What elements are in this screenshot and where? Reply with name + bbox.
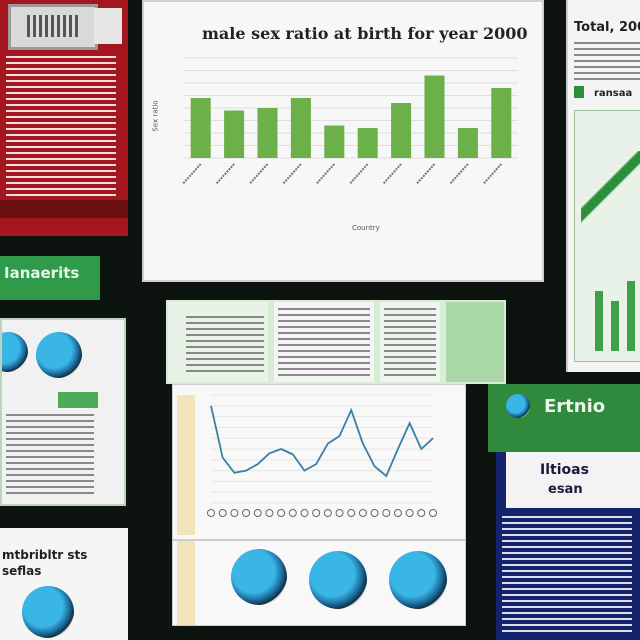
x-tick-label [277,509,286,517]
bar [290,98,311,158]
bar [491,88,512,158]
bar [357,128,378,158]
line-chart [207,394,437,517]
x-tick-label [382,163,402,185]
x-tick-label [230,509,239,517]
right-stats-panel: Total, 2000 ransaa [566,0,640,372]
globe-icon [389,551,447,609]
news-strip [166,300,506,384]
bottom-left-line1: mtbribltr sts [2,548,88,562]
right-panel-title: Total, 2000 [574,20,640,35]
bar [224,110,245,158]
blue-card-title: Iltioas [540,462,589,478]
right-green-title: Ertnio [544,396,606,417]
line-chart-card [172,384,466,540]
x-axis-label: Country [352,224,380,232]
chart-title: male sex ratio at birth for year 2000 [202,24,528,43]
x-tick-label [323,509,332,517]
x-tick-label [207,509,215,517]
x-tick-label [335,509,344,517]
globe-card-left [0,318,126,506]
x-tick-label [449,163,469,185]
bar [324,125,345,158]
blue-info-card: Iltioas esan [496,452,640,640]
y-axis-label: Sex ratio [151,100,160,132]
x-tick-label [405,509,414,517]
bar [190,98,211,158]
x-tick-label [265,509,274,517]
x-tick-label [347,509,356,517]
globe-icon [22,586,74,638]
x-tick-label [417,509,426,517]
bottom-left-card: mtbribltr sts seflas [0,528,128,640]
right-green-card: Ertnio [488,384,640,452]
blue-card-sub: esan [548,482,583,497]
x-tick-label [288,509,297,517]
x-tick-label [248,163,269,185]
red-card-text [6,56,116,196]
bar-chart-card: male sex ratio at birth for year 2000 Se… [142,0,544,282]
x-tick-label [382,509,391,517]
globe-icon [231,549,287,605]
x-tick-label [312,509,321,517]
x-tick-label [218,509,227,517]
blue-card-text [502,516,632,636]
x-tick-label [253,509,262,517]
bar [391,103,412,158]
x-tick-label [215,163,235,185]
globe-icon [2,332,28,372]
x-tick-label [370,509,379,517]
x-tick-label [358,509,367,517]
bar-chart [181,57,518,185]
bar [257,108,278,158]
x-tick-label [415,163,436,185]
x-tick-label [482,163,503,185]
x-tick-label [348,163,369,185]
x-tick-label [393,509,402,517]
globe-icon [506,394,530,418]
x-tick-label [315,163,336,185]
globe-card-bottom [172,540,466,626]
x-tick-label [282,163,302,185]
device-image [8,4,98,50]
x-tick-label [429,509,437,517]
bottom-left-line2: seflas [2,564,42,578]
x-tick-label [242,509,251,517]
globe-icon [36,332,82,378]
green-banner-text: Ianaerits [4,264,80,282]
globe-icon [309,551,367,609]
green-banner: Ianaerits [0,256,100,300]
red-card [0,0,128,236]
x-tick-label [181,163,202,185]
x-tick-label [300,509,309,517]
bar [424,75,445,158]
right-panel-sub: ransaa [594,88,633,99]
bar [457,128,478,158]
